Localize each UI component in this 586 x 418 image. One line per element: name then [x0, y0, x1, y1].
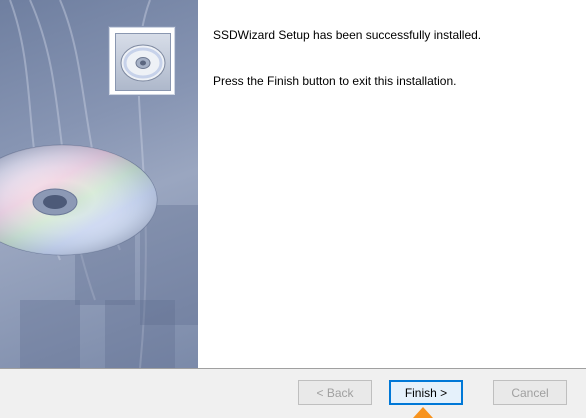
back-button[interactable]: < Back: [298, 380, 372, 405]
setup-finish-dialog: SSDWizard Setup has been successfully in…: [0, 0, 586, 418]
finish-button[interactable]: Finish >: [389, 380, 463, 405]
cd-icon-frame: [109, 27, 175, 95]
installed-message: SSDWizard Setup has been successfully in…: [213, 28, 482, 42]
finish-hint-message: Press the Finish button to exit this ins…: [213, 74, 457, 88]
side-banner: [0, 0, 198, 368]
cd-disc-icon: [120, 44, 166, 82]
pointer-arrow-icon: [413, 407, 433, 418]
cancel-button[interactable]: Cancel: [493, 380, 567, 405]
